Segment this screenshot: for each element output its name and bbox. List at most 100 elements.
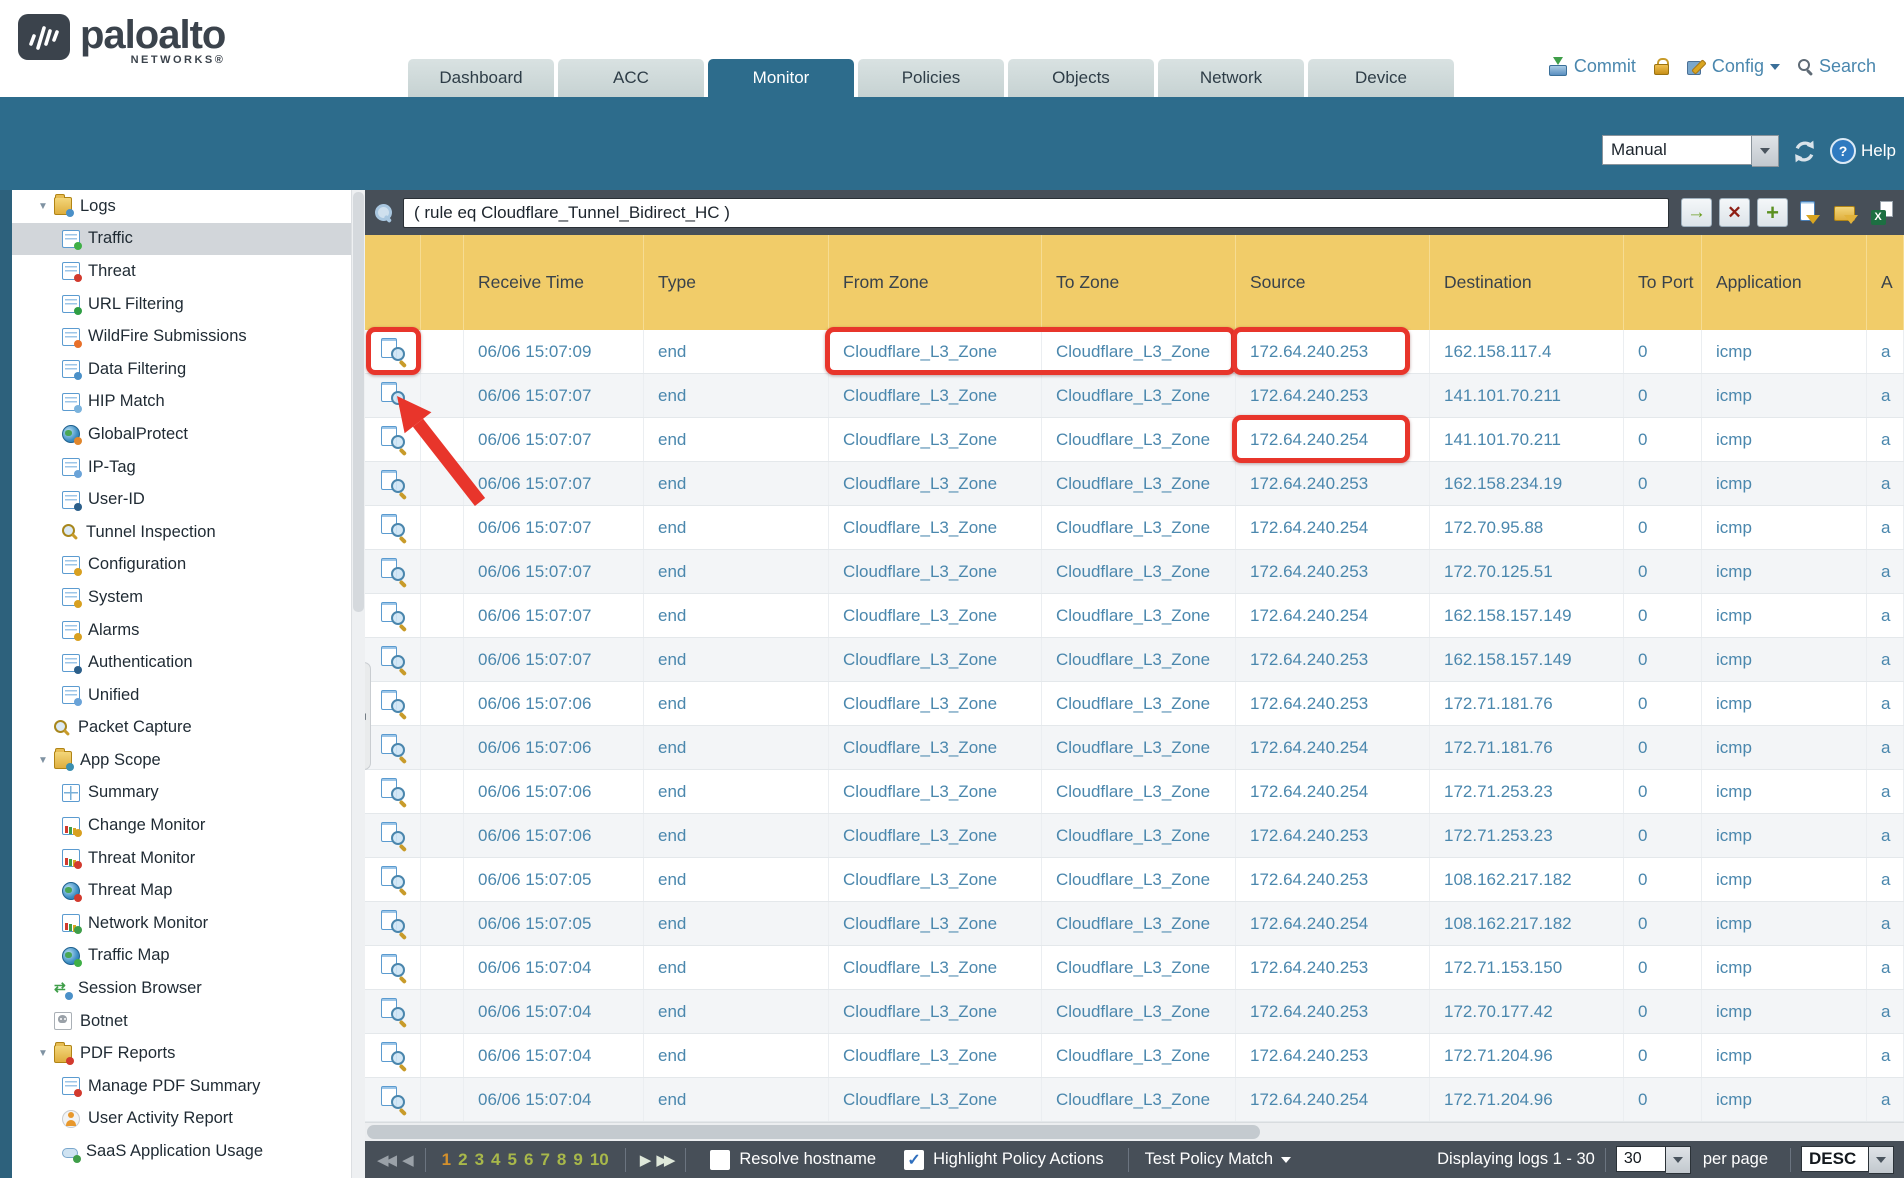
cell-to-zone[interactable]: Cloudflare_L3_Zone [1042,858,1236,901]
sidebar-scrollbar[interactable] [351,190,365,1178]
table-horizontal-scrollbar-thumb[interactable] [367,1125,1260,1139]
cell-to-port[interactable]: 0 [1624,902,1702,945]
sidebar-item-authentication[interactable]: Authentication [12,646,365,679]
cell-from-zone[interactable]: Cloudflare_L3_Zone [829,858,1042,901]
cell-action[interactable]: a [1867,418,1904,461]
log-detail-button[interactable] [365,594,421,637]
sidebar-item-threat-map[interactable]: Threat Map [12,874,365,907]
cell-application[interactable]: icmp [1702,770,1867,813]
cell-action[interactable]: a [1867,1034,1904,1077]
cell-application[interactable]: icmp [1702,550,1867,593]
cell-type[interactable]: end [644,374,829,417]
cell-to-port[interactable]: 0 [1624,990,1702,1033]
tab-monitor[interactable]: Monitor [708,59,854,97]
cell-type[interactable]: end [644,418,829,461]
sort-order-dropdown-arrow[interactable] [1869,1146,1894,1174]
cell-receive-time[interactable]: 06/06 15:07:04 [464,990,644,1033]
sidebar-item-threat[interactable]: Threat [12,255,365,288]
cell-to-port[interactable]: 0 [1624,506,1702,549]
config-menu-button[interactable]: Config [1687,56,1780,77]
cell-from-zone[interactable]: Cloudflare_L3_Zone [829,946,1042,989]
cell-type[interactable]: end [644,990,829,1033]
cell-to-zone[interactable]: Cloudflare_L3_Zone [1042,330,1236,373]
cell-action[interactable]: a [1867,638,1904,681]
cell-action[interactable]: a [1867,506,1904,549]
highlight-policy-box[interactable]: ✓ [904,1150,924,1170]
cell-source[interactable]: 172.64.240.253 [1236,374,1430,417]
sidebar-collapse-handle[interactable]: ◀ [365,662,371,770]
cell-to-zone[interactable]: Cloudflare_L3_Zone [1042,1034,1236,1077]
cell-destination[interactable]: 141.101.70.211 [1430,418,1624,461]
cell-source[interactable]: 172.64.240.253 [1236,682,1430,725]
cell-destination[interactable]: 172.71.204.96 [1430,1034,1624,1077]
cell-action[interactable]: a [1867,1078,1904,1121]
cell-from-zone[interactable]: Cloudflare_L3_Zone [829,594,1042,637]
column-header-to-zone[interactable]: To Zone [1042,235,1236,330]
tab-acc[interactable]: ACC [558,59,704,97]
prev-page-icon[interactable]: ◀ [398,1151,415,1169]
tab-dashboard[interactable]: Dashboard [408,59,554,97]
sidebar-item-user-activity-report[interactable]: User Activity Report [12,1103,365,1136]
cell-to-port[interactable]: 0 [1624,418,1702,461]
cell-from-zone[interactable]: Cloudflare_L3_Zone [829,902,1042,945]
page-number-4[interactable]: 4 [491,1150,500,1170]
cell-receive-time[interactable]: 06/06 15:07:07 [464,418,644,461]
cell-application[interactable]: icmp [1702,814,1867,857]
cell-type[interactable]: end [644,682,829,725]
refresh-icon[interactable] [1791,138,1818,165]
sidebar-item-hip-match[interactable]: HIP Match [12,386,365,419]
sidebar-item-configuration[interactable]: Configuration [12,549,365,582]
cell-action[interactable]: a [1867,990,1904,1033]
sidebar-item-traffic-map[interactable]: Traffic Map [12,940,365,973]
cell-application[interactable]: icmp [1702,418,1867,461]
sidebar-item-network-monitor[interactable]: Network Monitor [12,907,365,940]
cell-destination[interactable]: 162.158.117.4 [1430,330,1624,373]
cell-destination[interactable]: 172.71.153.150 [1430,946,1624,989]
cell-to-zone[interactable]: Cloudflare_L3_Zone [1042,682,1236,725]
cell-application[interactable]: icmp [1702,1034,1867,1077]
cell-action[interactable]: a [1867,902,1904,945]
sidebar-item-alarms[interactable]: Alarms [12,614,365,647]
cell-receive-time[interactable]: 06/06 15:07:09 [464,330,644,373]
cell-type[interactable]: end [644,550,829,593]
cell-application[interactable]: icmp [1702,594,1867,637]
cell-to-port[interactable]: 0 [1624,1034,1702,1077]
cell-source[interactable]: 172.64.240.253 [1236,638,1430,681]
cell-to-port[interactable]: 0 [1624,638,1702,681]
cell-from-zone[interactable]: Cloudflare_L3_Zone [829,1034,1042,1077]
tab-network[interactable]: Network [1158,59,1304,97]
cell-application[interactable]: icmp [1702,330,1867,373]
tab-policies[interactable]: Policies [858,59,1004,97]
page-number-9[interactable]: 9 [573,1150,582,1170]
cell-type[interactable]: end [644,506,829,549]
log-detail-button[interactable] [365,550,421,593]
cell-action[interactable]: a [1867,462,1904,505]
page-number-7[interactable]: 7 [540,1150,549,1170]
sidebar-item-app-scope[interactable]: ▼App Scope [12,744,365,777]
log-detail-button[interactable] [365,418,421,461]
add-filter-icon[interactable]: + [1757,198,1788,227]
apply-filter-icon[interactable]: → [1681,198,1712,227]
log-detail-button[interactable] [365,770,421,813]
cell-to-port[interactable]: 0 [1624,594,1702,637]
cell-application[interactable]: icmp [1702,858,1867,901]
cell-to-zone[interactable]: Cloudflare_L3_Zone [1042,946,1236,989]
cell-source[interactable]: 172.64.240.254 [1236,770,1430,813]
cell-from-zone[interactable]: Cloudflare_L3_Zone [829,550,1042,593]
cell-source[interactable]: 172.64.240.254 [1236,1078,1430,1121]
cell-application[interactable]: icmp [1702,990,1867,1033]
sidebar-item-change-monitor[interactable]: Change Monitor [12,809,365,842]
cell-source[interactable]: 172.64.240.254 [1236,726,1430,769]
export-to-csv-icon[interactable] [1867,199,1896,226]
column-header-a[interactable]: A [1867,235,1904,330]
cell-destination[interactable]: 172.71.181.76 [1430,726,1624,769]
cell-receive-time[interactable]: 06/06 15:07:04 [464,946,644,989]
lock-icon[interactable] [1654,58,1669,75]
page-number-8[interactable]: 8 [557,1150,566,1170]
cell-destination[interactable]: 172.71.204.96 [1430,1078,1624,1121]
clear-filter-icon[interactable]: ✕ [1719,198,1750,227]
cell-type[interactable]: end [644,330,829,373]
cell-to-zone[interactable]: Cloudflare_L3_Zone [1042,594,1236,637]
column-header-from-zone[interactable]: From Zone [829,235,1042,330]
cell-type[interactable]: end [644,814,829,857]
